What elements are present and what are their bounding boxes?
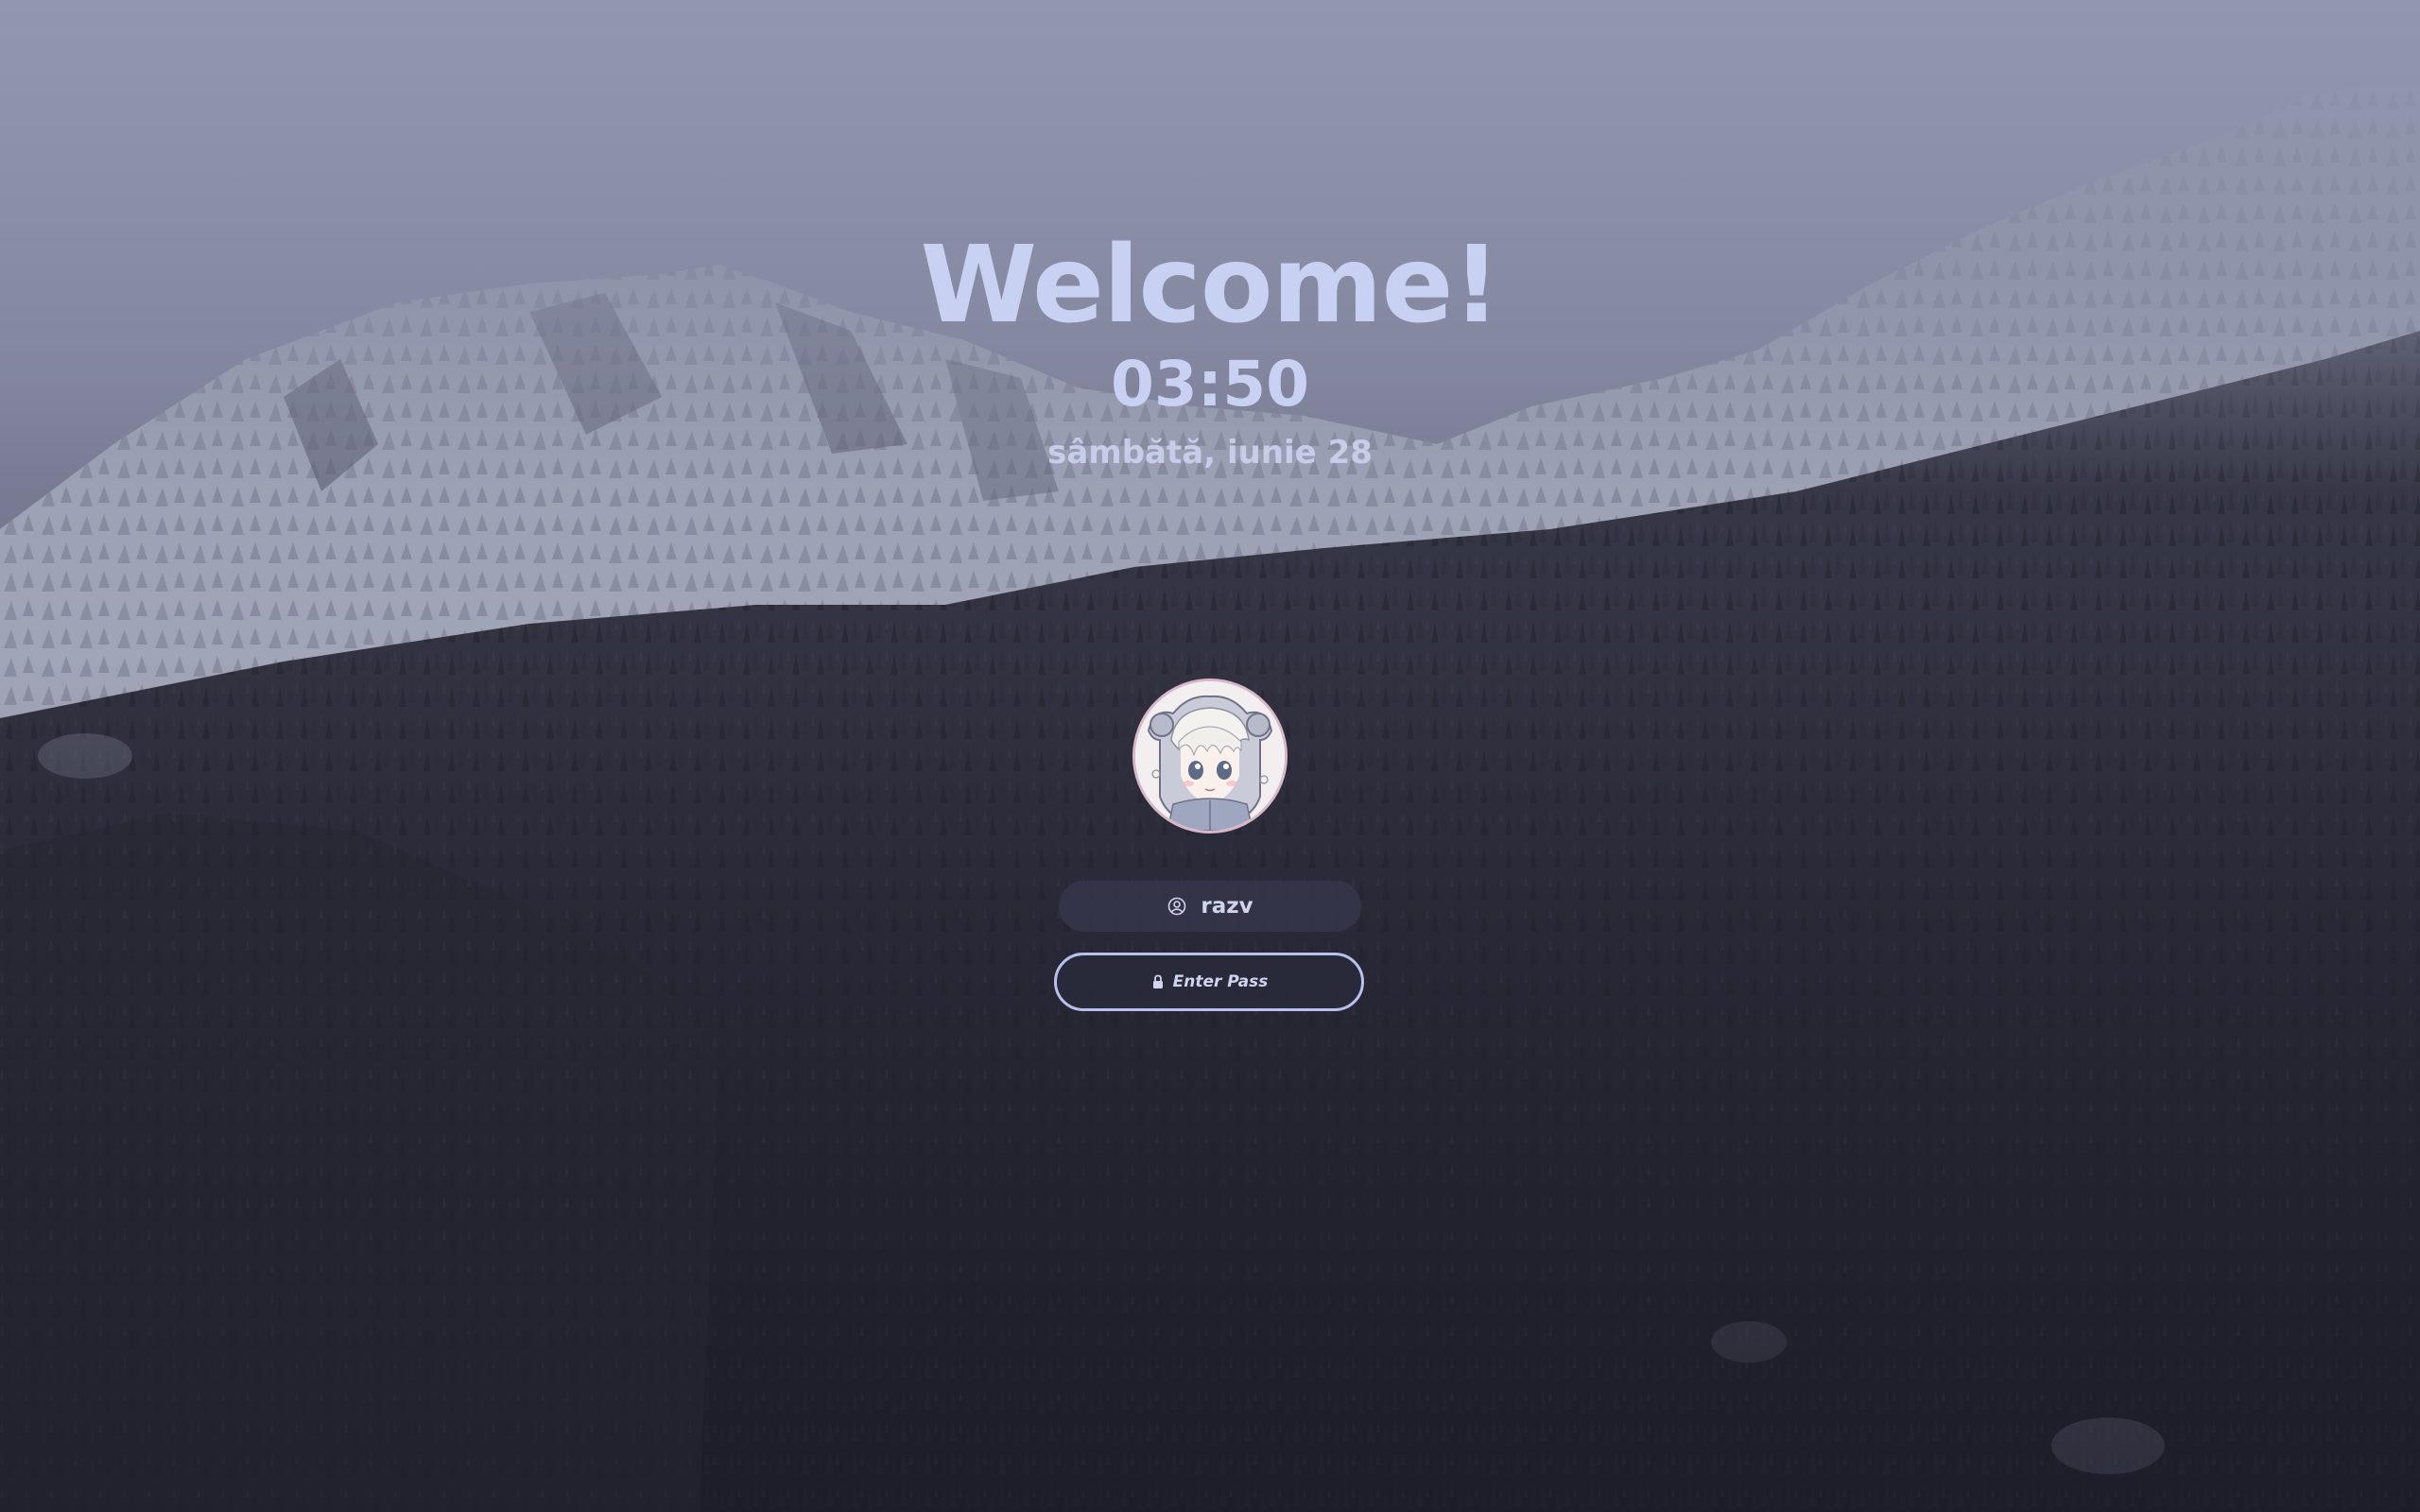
password-input[interactable]: Enter Pass — [1054, 953, 1364, 1011]
password-placeholder: Enter Pass — [1172, 972, 1269, 991]
clock-date: sâmbătă, iunie 28 — [1047, 434, 1373, 472]
lock-icon — [1150, 973, 1166, 990]
username-label: razv — [1201, 894, 1253, 919]
welcome-heading: Welcome! — [920, 224, 1501, 347]
clock-time: 03:50 — [1110, 348, 1310, 421]
avatar-illustration — [1135, 681, 1285, 831]
username-field[interactable]: razv — [1059, 881, 1361, 932]
lock-screen: Welcome! 03:50 sâmbătă, iunie 28 razv En… — [0, 0, 2420, 1512]
user-circle-icon — [1167, 896, 1187, 917]
user-avatar — [1132, 679, 1288, 833]
